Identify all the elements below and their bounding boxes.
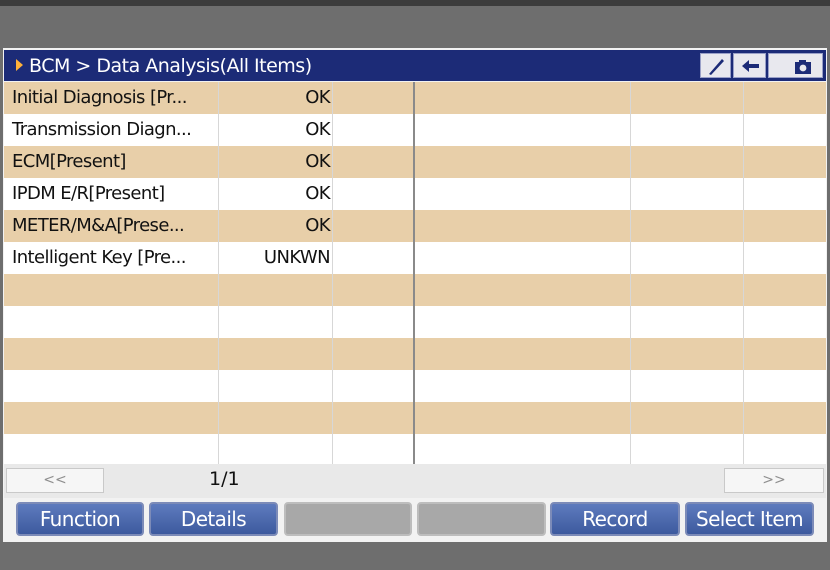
- pager-bar: << 1/1 >>: [4, 464, 826, 498]
- item-value: OK: [305, 215, 330, 236]
- table-row[interactable]: [4, 338, 826, 370]
- back-arrow-icon: [742, 60, 759, 72]
- item-name: Initial Diagnosis [Pr...: [12, 87, 187, 108]
- table-row[interactable]: [4, 402, 826, 434]
- item-name: METER/M&A[Prese...: [12, 215, 185, 236]
- item-value: [220, 274, 330, 306]
- function-button[interactable]: Function: [16, 502, 144, 536]
- table-row[interactable]: IPDM E/R[Present] OK: [4, 178, 826, 210]
- item-value: [220, 370, 330, 402]
- title-arrow-icon: [16, 59, 23, 71]
- table-row[interactable]: ECM[Present] OK: [4, 146, 826, 178]
- pane-divider: [413, 82, 415, 464]
- back-button[interactable]: [733, 53, 766, 78]
- next-page-button[interactable]: >>: [724, 468, 824, 493]
- camera-icon: [795, 60, 811, 74]
- empty-button-2: [417, 502, 546, 536]
- table-row[interactable]: METER/M&A[Prese... OK: [4, 210, 826, 242]
- column-divider: [332, 82, 333, 464]
- item-value: OK: [305, 151, 330, 172]
- top-strip: [0, 0, 830, 6]
- item-name: Transmission Diagn...: [12, 119, 192, 140]
- breadcrumb: BCM > Data Analysis(All Items): [29, 55, 312, 77]
- details-button[interactable]: Details: [149, 502, 278, 536]
- item-name: IPDM E/R[Present]: [12, 183, 165, 204]
- column-divider: [743, 82, 744, 464]
- table-row[interactable]: [4, 434, 826, 464]
- column-divider: [218, 82, 219, 464]
- item-name: ECM[Present]: [12, 151, 126, 172]
- pen-icon: [709, 59, 724, 75]
- select-item-button[interactable]: Select Item: [685, 502, 814, 536]
- item-value: OK: [305, 87, 330, 108]
- table-row[interactable]: Transmission Diagn... OK: [4, 114, 826, 146]
- empty-button-1: [284, 502, 412, 536]
- prev-page-button[interactable]: <<: [6, 468, 104, 493]
- table-row[interactable]: [4, 274, 826, 306]
- page-indicator: 1/1: [209, 468, 240, 490]
- record-button[interactable]: Record: [550, 502, 680, 536]
- table-row[interactable]: [4, 370, 826, 402]
- item-value: OK: [305, 119, 330, 140]
- item-value: [220, 402, 330, 434]
- column-divider: [630, 82, 631, 464]
- data-table: Initial Diagnosis [Pr... OK Transmission…: [4, 82, 826, 464]
- table-row[interactable]: Intelligent Key [Pre... UNKWN: [4, 242, 826, 274]
- table-row[interactable]: [4, 306, 826, 338]
- item-value: [220, 306, 330, 338]
- camera-button[interactable]: [768, 53, 823, 78]
- item-value: [220, 434, 330, 466]
- item-value: OK: [305, 183, 330, 204]
- item-value: [220, 338, 330, 370]
- item-value: UNKWN: [263, 247, 331, 268]
- edit-button[interactable]: [700, 53, 731, 78]
- item-name: Intelligent Key [Pre...: [12, 247, 187, 268]
- table-row[interactable]: Initial Diagnosis [Pr... OK: [4, 82, 826, 114]
